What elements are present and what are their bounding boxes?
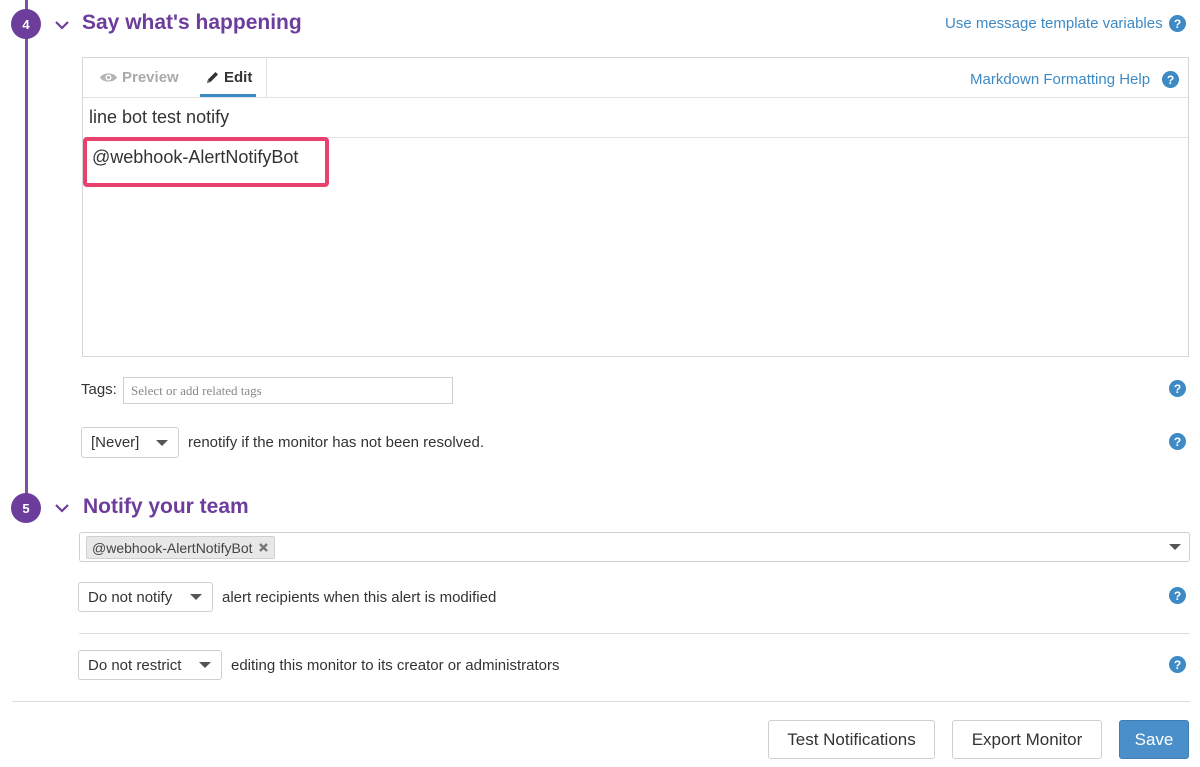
step-5-badge: 5 (11, 493, 41, 523)
template-variables-link[interactable]: Use message template variables (945, 15, 1163, 32)
message-title-input[interactable]: line bot test notify (89, 107, 229, 128)
recipient-chip-label: @webhook-AlertNotifyBot (92, 539, 253, 556)
caret-down-icon[interactable] (1169, 544, 1181, 550)
help-icon[interactable]: ? (1169, 656, 1186, 673)
section-title-notify-your-team: Notify your team (83, 495, 249, 518)
tab-preview-label: Preview (122, 69, 179, 86)
footer-divider (12, 701, 1190, 702)
export-monitor-button[interactable]: Export Monitor (952, 720, 1102, 759)
help-icon[interactable]: ? (1169, 433, 1186, 450)
step-4-badge: 4 (11, 9, 41, 39)
help-icon[interactable]: ? (1169, 380, 1186, 397)
caret-down-icon (156, 439, 168, 446)
editor-tab-bar: Preview Edit Markdown Formatting Help ? (83, 58, 1188, 98)
section-divider (79, 633, 1190, 634)
tab-preview[interactable]: Preview (99, 69, 179, 86)
help-icon[interactable]: ? (1169, 587, 1186, 604)
renotify-text: renotify if the monitor has not been res… (188, 434, 485, 451)
save-button[interactable]: Save (1119, 720, 1189, 759)
remove-icon[interactable] (258, 542, 269, 553)
recipients-input[interactable]: @webhook-AlertNotifyBot (79, 532, 1190, 562)
tab-edit-underline (200, 94, 256, 97)
tab-edit[interactable]: Edit (205, 69, 252, 86)
test-notifications-button[interactable]: Test Notifications (768, 720, 935, 759)
pencil-icon (207, 72, 218, 83)
help-icon[interactable]: ? (1169, 15, 1186, 32)
renotify-selected: [Never] (91, 434, 140, 451)
section-title-say-whats-happening: Say what's happening (82, 11, 302, 34)
step-timeline-line (25, 0, 28, 510)
eye-icon (100, 73, 117, 82)
modified-notify-select[interactable]: Do not notify (78, 582, 213, 612)
caret-down-icon (190, 594, 202, 600)
caret-down-icon (199, 662, 211, 668)
message-body-text: @webhook-AlertNotifyBot (92, 147, 299, 167)
restrict-selected: Do not restrict (88, 656, 182, 674)
chevron-down-icon[interactable] (53, 16, 71, 34)
renotify-select[interactable]: [Never] (81, 427, 179, 458)
message-editor: Preview Edit Markdown Formatting Help ? … (82, 57, 1189, 357)
restrict-text: editing this monitor to its creator or a… (231, 657, 560, 674)
tab-edit-label: Edit (224, 69, 253, 86)
restrict-select[interactable]: Do not restrict (78, 650, 222, 680)
modified-notify-selected: Do not notify (88, 588, 173, 606)
tags-input[interactable]: Select or add related tags (123, 377, 453, 404)
tags-label: Tags: (81, 381, 117, 398)
chevron-down-icon[interactable] (53, 499, 71, 517)
recipient-chip: @webhook-AlertNotifyBot (86, 536, 275, 559)
markdown-help-link[interactable]: Markdown Formatting Help (970, 71, 1150, 88)
modified-notify-text: alert recipients when this alert is modi… (222, 589, 497, 606)
help-icon[interactable]: ? (1162, 71, 1179, 88)
